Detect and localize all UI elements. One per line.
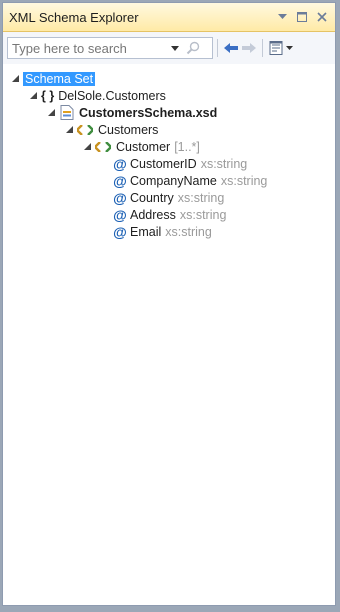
xsd-file-icon (59, 104, 75, 122)
maximize-icon[interactable] (295, 10, 309, 24)
attribute-icon: @ (113, 223, 127, 240)
attribute-name: Email (130, 224, 162, 239)
attribute-type: xs:string (200, 156, 248, 171)
tree-node-attribute[interactable]: @ CompanyName xs:string (9, 172, 335, 189)
schema-tree: Schema Set { } DelSole.Customers Custome… (3, 64, 335, 240)
element-icon (95, 141, 113, 153)
collapse-triangle-icon[interactable] (9, 73, 21, 85)
attribute-icon: @ (113, 189, 127, 206)
tree-node-label: Schema Set (23, 71, 96, 86)
search-dropdown-icon[interactable] (166, 39, 184, 57)
attribute-name: CompanyName (130, 173, 217, 188)
title-bar: XML Schema Explorer (3, 3, 335, 32)
tree-node-attribute[interactable]: @ Address xs:string (9, 206, 335, 223)
attribute-name: CustomerID (130, 156, 197, 171)
collapse-triangle-icon[interactable] (63, 124, 75, 136)
attribute-name: Address (130, 207, 176, 222)
namespace-braces-icon: { } (41, 88, 55, 103)
element-icon (77, 124, 95, 136)
attribute-type: xs:string (179, 207, 227, 222)
window-menu-dropdown-icon[interactable] (275, 10, 289, 24)
tree-node-schema-set[interactable]: Schema Set (9, 70, 335, 87)
tree-node-attribute[interactable]: @ Country xs:string (9, 189, 335, 206)
forward-arrow-icon[interactable] (240, 39, 258, 57)
tree-node-schema-file[interactable]: CustomersSchema.xsd (9, 104, 335, 121)
tree-node-label: Customer (116, 139, 171, 154)
attribute-type: xs:string (165, 224, 212, 239)
tree-node-element-customer[interactable]: Customer [1..*] (9, 138, 335, 155)
tree-node-attribute[interactable]: @ Email xs:string (9, 223, 335, 240)
properties-dropdown-icon[interactable] (285, 39, 293, 57)
properties-icon[interactable] (267, 39, 285, 57)
attribute-name: Country (130, 190, 174, 205)
search-box (7, 37, 213, 59)
xml-schema-explorer-panel: XML Schema Explorer Type here to search … (2, 2, 336, 606)
tree-node-label: CustomersSchema.xsd (79, 105, 218, 120)
collapse-triangle-icon[interactable] (45, 107, 57, 119)
toolbar (3, 32, 335, 64)
tree-node-label: DelSole.Customers (58, 88, 166, 103)
collapse-triangle-icon[interactable] (27, 90, 39, 102)
attribute-icon: @ (113, 172, 127, 189)
tree-node-label: Customers (98, 122, 159, 137)
tree-node-element-customers[interactable]: Customers (9, 121, 335, 138)
back-arrow-icon[interactable] (222, 39, 240, 57)
search-icon[interactable] (184, 39, 202, 57)
multiplicity-label: [1..*] (174, 139, 200, 154)
attribute-icon: @ (113, 206, 127, 223)
tree-node-attribute[interactable]: @ CustomerID xs:string (9, 155, 335, 172)
tree-node-namespace[interactable]: { } DelSole.Customers (9, 87, 335, 104)
search-input[interactable] (8, 40, 166, 56)
attribute-type: xs:string (177, 190, 225, 205)
attribute-type: xs:string (220, 173, 268, 188)
window-title: XML Schema Explorer (9, 9, 139, 25)
attribute-icon: @ (113, 155, 127, 172)
close-icon[interactable] (315, 10, 329, 24)
toolbar-separator (262, 39, 263, 57)
toolbar-separator (217, 39, 218, 57)
collapse-triangle-icon[interactable] (81, 141, 93, 153)
